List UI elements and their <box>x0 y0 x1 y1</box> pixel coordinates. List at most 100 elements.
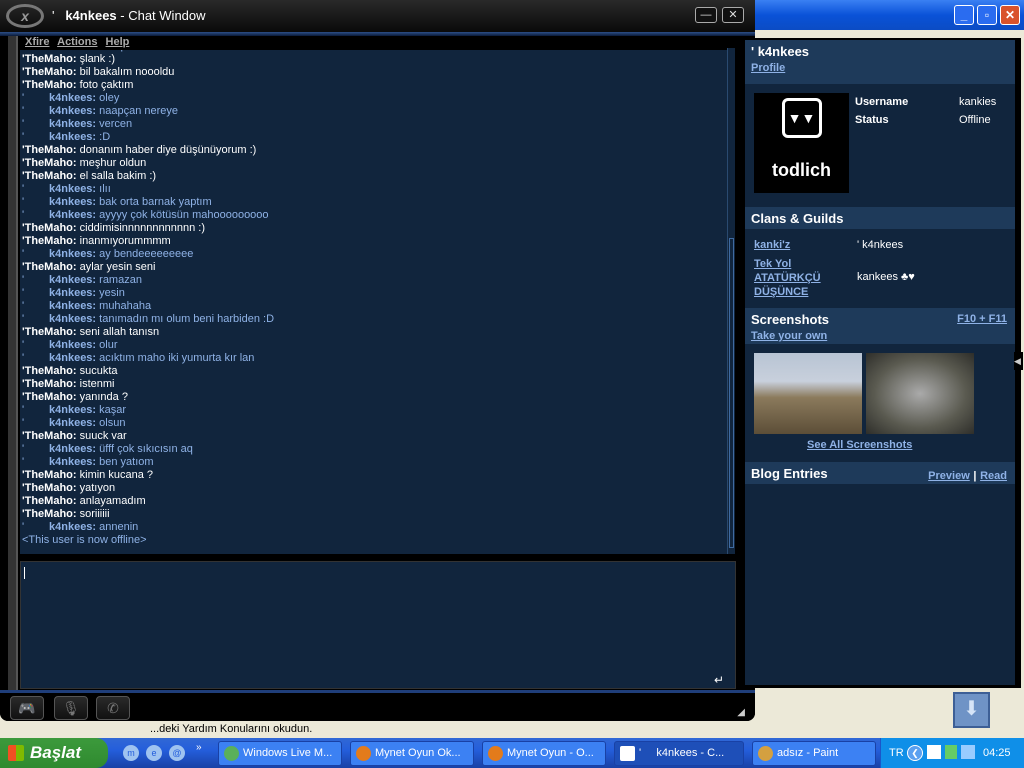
hotkey-link[interactable]: F10 + F11 <box>957 313 1007 325</box>
sender-name: 'TheMaho: <box>22 326 77 338</box>
gamepad-icon[interactable]: 🎮 <box>10 696 44 720</box>
chat-message: 'TheMaho: seni allah tanısn <box>22 326 727 339</box>
screenshot-thumbnail[interactable] <box>866 353 974 434</box>
close-button[interactable]: ✕ <box>722 7 744 23</box>
chat-scrollbar[interactable] <box>727 48 735 554</box>
screenshots-header: Screenshots Take your own F10 + F11 <box>745 308 1015 344</box>
sender-name: k4nkees: <box>49 339 97 351</box>
sender-name: 'TheMaho: <box>22 391 77 403</box>
close-button[interactable]: ✕ <box>1000 5 1020 25</box>
message-text: yatıyon <box>76 482 116 494</box>
sender-name: k4nkees: <box>49 300 97 312</box>
message-text: üfff çok sıkıcısın aq <box>96 443 193 455</box>
read-link[interactable]: Read <box>980 470 1007 482</box>
message-text: istenmi <box>76 378 115 390</box>
titlebar: x ' k4nkees - Chat Window — ✕ <box>0 0 755 32</box>
minimize-button[interactable]: — <box>695 7 717 23</box>
sender-name: k4nkees: <box>49 131 97 143</box>
chat-message: 'TheMaho: inanmıyorummmm <box>22 235 727 248</box>
profile-link[interactable]: Profile <box>751 62 785 74</box>
message-text: foto çaktım <box>76 79 134 91</box>
chat-message: ' k4nkees: yesin <box>22 287 125 299</box>
message-text: suuck var <box>76 430 127 442</box>
menu-actions[interactable]: Actions <box>57 36 97 48</box>
chat-message: ' k4nkees: annenin <box>22 521 139 533</box>
scrollbar-thumb[interactable] <box>729 238 734 548</box>
message-text: anlayamadım <box>76 495 146 507</box>
ie-icon[interactable]: e <box>146 745 162 761</box>
message-text: acıktım maho iki yumurta kır lan <box>96 352 255 364</box>
chat-message: 'TheMaho: aylar yesin seni <box>22 261 727 274</box>
take-your-own-link[interactable]: Take your own <box>751 330 827 342</box>
clan-link[interactable]: kanki'z <box>754 239 790 251</box>
chat-message: ' k4nkees: naapçan nereye <box>22 105 179 117</box>
phone-icon[interactable]: ✆ <box>96 696 130 720</box>
window-title: ' k4nkees - Chat Window <box>52 8 206 23</box>
minimize-button[interactable]: _ <box>954 5 974 25</box>
sender-name: k4nkees: <box>49 417 97 429</box>
task-firefox-1[interactable]: Mynet Oyun Ok... <box>350 741 474 766</box>
chat-message: 'TheMaho: donanım haber diye düşünüyorum… <box>22 144 727 157</box>
sender-name: 'TheMaho: <box>22 378 77 390</box>
sender-name: k4nkees: <box>49 443 97 455</box>
tray-expand-icon[interactable]: ❮ <box>907 745 923 761</box>
collapse-panel-icon[interactable]: ◀ <box>1014 352 1023 370</box>
xfire-tray-icon[interactable] <box>927 745 941 759</box>
message-text: kimin kucana ? <box>76 469 153 481</box>
sender-name: k4nkees: <box>49 352 97 364</box>
sender-name: 'TheMaho: <box>22 144 77 156</box>
message-input[interactable]: ↵ <box>20 561 736 689</box>
outlook-icon[interactable]: @ <box>169 745 185 761</box>
chat-window: x ' k4nkees - Chat Window — ✕ 'k4nkees: … <box>0 0 755 721</box>
start-button[interactable]: Başlat <box>0 738 108 768</box>
task-windows-live[interactable]: Windows Live M... <box>218 741 342 766</box>
message-text: aylar yesin seni <box>76 261 156 273</box>
resize-grip-icon[interactable]: ◢ <box>737 707 745 718</box>
sender-name: 'TheMaho: <box>22 79 77 91</box>
sender-name: k4nkees: <box>49 105 97 117</box>
blog-title: Blog Entries <box>751 466 828 481</box>
message-text: şlank :) <box>76 53 116 65</box>
maximize-button[interactable]: ▫ <box>977 5 997 25</box>
clan-link[interactable]: Tek Yol ATATÜRKÇÜ DÜŞÜNCE <box>754 257 834 299</box>
language-indicator[interactable]: TR <box>889 738 904 768</box>
screenshot-thumbnail[interactable] <box>754 353 862 434</box>
message-text: seni allah tanısn <box>76 326 160 338</box>
background-text: ...deki Yardım Konularını okudun. <box>150 723 313 735</box>
chat-log: 'k4nkees: ne öpmesi ?'TheMaho: şlank :)'… <box>20 48 727 554</box>
chat-message: 'TheMaho: kimin kucana ? <box>22 469 727 482</box>
message-text: ay bendeeeeeeeee <box>96 248 194 260</box>
sender-name: 'TheMaho: <box>22 157 77 169</box>
network-tray-icon[interactable] <box>961 745 975 759</box>
menu-help[interactable]: Help <box>106 36 130 48</box>
chat-message: ' k4nkees: acıktım maho iki yumurta kır l… <box>22 352 255 364</box>
scroll-down-button[interactable]: ⬇ <box>953 692 990 728</box>
message-text: muhahaha <box>96 300 152 312</box>
messenger-tray-icon[interactable] <box>945 745 957 759</box>
more-icon[interactable]: » <box>196 742 202 753</box>
menu-xfire[interactable]: Xfire <box>25 36 49 48</box>
chat-message: 'TheMaho: bil bakalım noooldu <box>22 66 727 79</box>
username-label: Username <box>855 96 909 108</box>
chat-message: ' k4nkees: bak orta barnak yaptım <box>22 196 212 208</box>
taskbar: Başlat m e @ » Windows Live M... Mynet O… <box>0 738 1024 768</box>
sender-name: k4nkees: <box>49 118 97 130</box>
chat-message: 'TheMaho: yanında ? <box>22 391 727 404</box>
message-text: kaşar <box>96 404 127 416</box>
windows-logo-icon <box>8 745 24 761</box>
microphone-icon[interactable]: 🎙 <box>54 696 88 720</box>
background-window-titlebar: _ ▫ ✕ <box>740 0 1024 30</box>
see-all-screenshots-link[interactable]: See All Screenshots <box>807 439 912 451</box>
chat-message: 'TheMaho: yatıyon <box>22 482 727 495</box>
chat-message: ' k4nkees: olur <box>22 339 118 351</box>
send-icon[interactable]: ↵ <box>707 674 731 686</box>
task-firefox-2[interactable]: Mynet Oyun - O... <box>482 741 606 766</box>
task-chat-window[interactable]: ' k4nkees - C... <box>614 741 744 766</box>
message-text: bak orta barnak yaptım <box>96 196 212 208</box>
task-paint[interactable]: adsız - Paint <box>752 741 876 766</box>
preview-link[interactable]: Preview <box>928 470 970 482</box>
message-text: bil bakalım noooldu <box>76 66 175 78</box>
sender-name: k4nkees: <box>49 274 97 286</box>
msn-icon[interactable]: m <box>123 745 139 761</box>
chat-message: 'TheMaho: el salla bakim :) <box>22 170 727 183</box>
